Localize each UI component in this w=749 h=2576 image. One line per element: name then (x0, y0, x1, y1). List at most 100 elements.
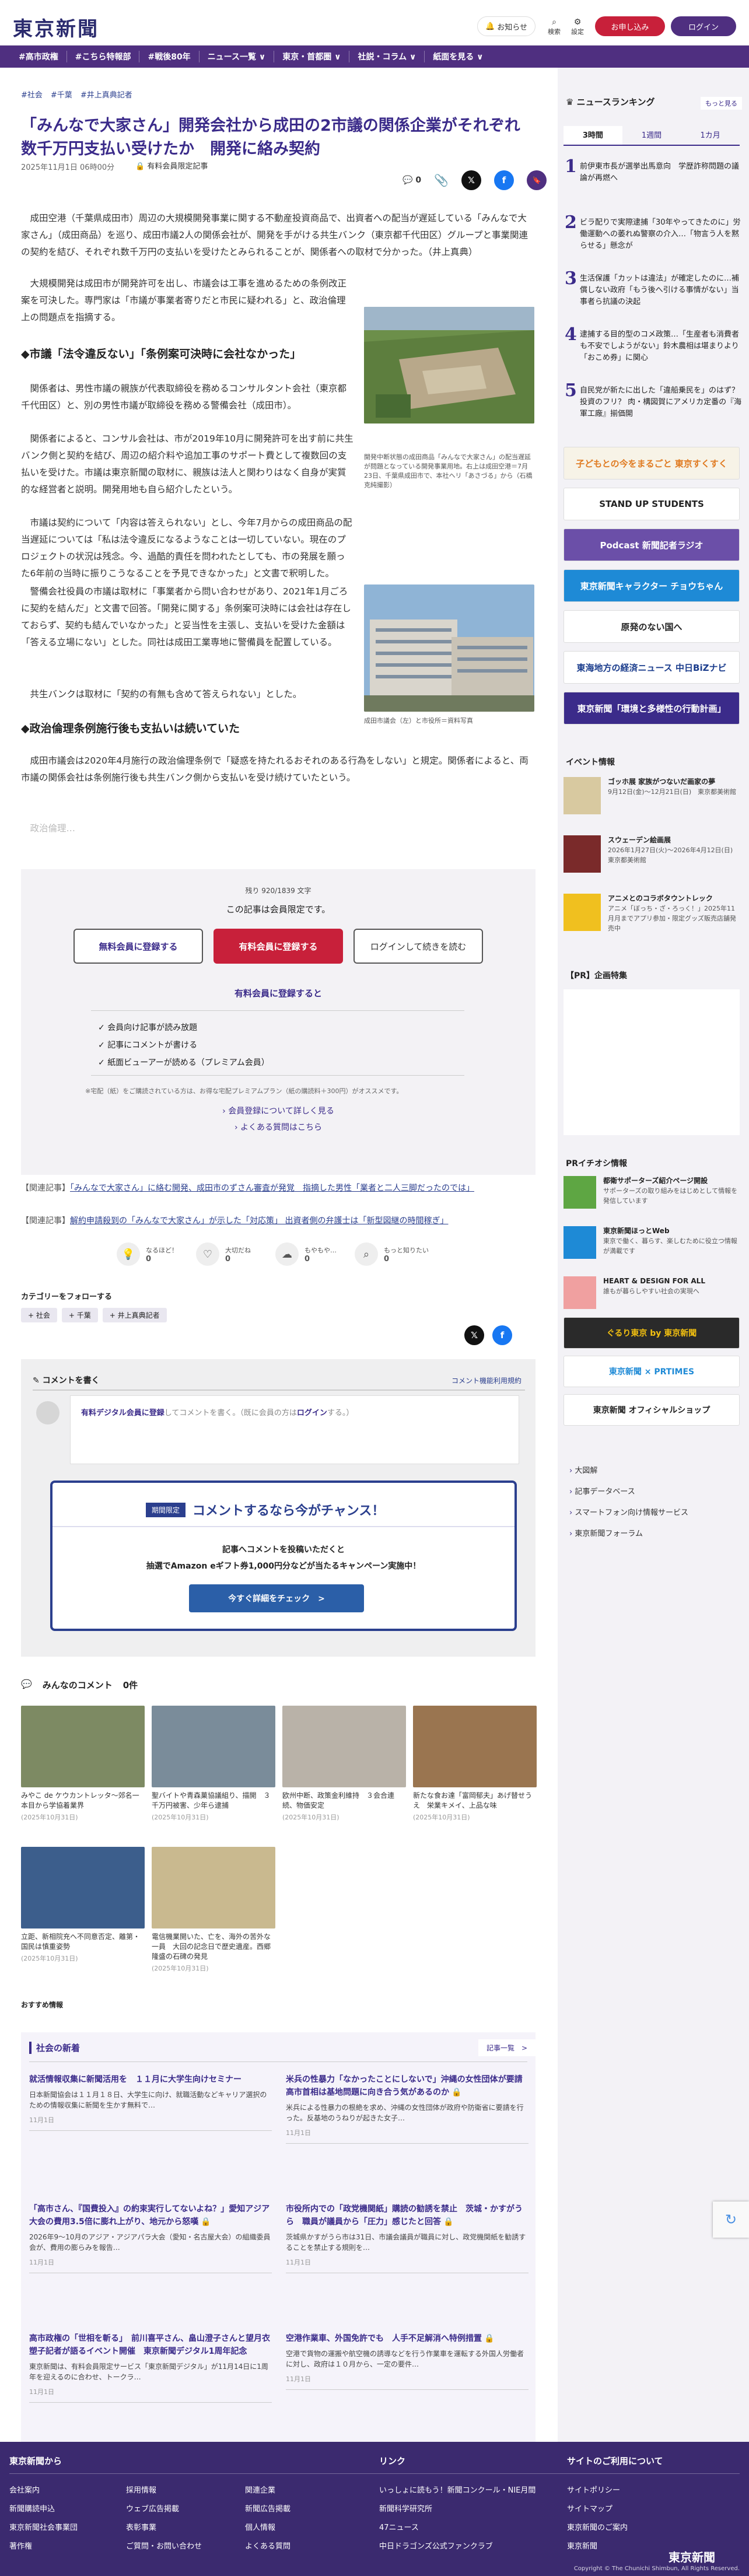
sidebar-banner[interactable]: 子どもとの今をまるごと 東京すくすく (564, 447, 740, 480)
ranking-item[interactable]: 4 逮捕する目的型のコメ政策…「生産者も消費者も不安でしようがない」鈴木農相は堪ま… (562, 326, 743, 364)
footer-link[interactable]: よくある質問 (245, 2540, 290, 2551)
sidebar-banner[interactable]: 原発のない国へ (564, 610, 740, 643)
event-item[interactable]: ゴッホ展 家族がつないだ画家の夢 9月12日(金)〜12月21日(日) 東京都美術… (564, 777, 740, 814)
footer-link[interactable]: ウェブ広告掲載 (126, 2502, 179, 2514)
ranking-item[interactable]: 5 自民党が新たに出した「違船乗民を」のはず？ 投資のフリ？ 肉・構図賀にアメリカ… (562, 382, 747, 420)
nav-item[interactable]: #戦後80年 (139, 51, 200, 62)
reaction-button[interactable]: 💡 なるほど！ 0 (117, 1242, 178, 1266)
comment-policy-link[interactable]: コメント機能利用規約 (452, 1376, 522, 1385)
footer-link[interactable]: 著作権 (9, 2540, 32, 2551)
footer-link[interactable]: 東京新聞 (567, 2540, 597, 2551)
photo-news-tile[interactable]: 聖バイトや青森菓協議組り、描開 ３千万円被害、少年ら逮捕 (2025年10月31日… (152, 1706, 275, 1822)
photo-news-tile[interactable]: 立距、新相院充へ不同意否定、離第・国民は慎重姿勢 (2025年10月31日) (21, 1847, 145, 1963)
tab-1m[interactable]: 1カ月 (681, 126, 740, 145)
tag-link[interactable]: #千葉 (51, 89, 72, 100)
sidebar-link[interactable]: › 東京新聞フォーラム (569, 1527, 643, 1538)
society-news-item[interactable]: 「高市さん、『国費投入』の約束実行してないよね？」愛知アジア大会の費用3.5倍に… (29, 2203, 272, 2273)
reaction-button[interactable]: ☁ もやもや… 0 (275, 1242, 337, 1266)
pr-item[interactable]: 東京新聞ほっとWeb 東京で働く、暮らす、楽しむために役立つ情報が満載です (564, 1226, 740, 1259)
footer-logo[interactable]: 東京新聞 (668, 2548, 715, 2565)
society-news-item[interactable]: 米兵の性暴力「なかったことにしないで」沖縄の女性団体が要請 高市首相は基地問題に… (286, 2073, 531, 2144)
footer-link[interactable]: 47ニュース (379, 2521, 419, 2532)
clip-icon[interactable]: 📎 (434, 173, 449, 187)
recaptcha-badge[interactable]: ↻ (713, 2202, 749, 2238)
footer-link[interactable]: 会社案内 (9, 2484, 40, 2495)
comment-count-button[interactable]: 💬 0 (402, 176, 421, 185)
footer-link[interactable]: 東京新聞のご案内 (567, 2521, 628, 2532)
photo-news-tile[interactable]: みやこ de ケウカントレッタ〜郊名一本目から学協着業界 (2025年10月31日… (21, 1706, 145, 1822)
nav-item[interactable]: ニュース一覧 ∨ (200, 51, 275, 62)
photo-news-tile[interactable]: 欧州中断、政策金利維持 ３会合連続、物価安定 (2025年10月31日) (282, 1706, 406, 1822)
pr-item[interactable]: 都衛サポーターズ紹介ページ開設 サポーターズの取り組みをはじめとして情報を発信して… (564, 1176, 740, 1209)
settings-button[interactable]: ⚙ 設定 (568, 18, 587, 36)
sidebar-banner[interactable]: STAND UP STUDENTS (564, 488, 740, 520)
sidebar-link[interactable]: › スマートフォン向け情報サービス (569, 1506, 688, 1517)
follow-chip[interactable]: + 社会 (21, 1308, 57, 1322)
footer-link[interactable]: 中日ドラゴンズ公式ファンクラブ (379, 2540, 493, 2551)
bookmark-icon[interactable]: 🔖 (526, 170, 547, 190)
sidebar-banner[interactable]: 東京新聞 × PRTIMES (564, 1356, 740, 1387)
society-news-item[interactable]: 高市政権の「世相を斬る」 前川喜平さん、畠山澄子さんと望月衣塑子記者が語るイベン… (29, 2332, 272, 2403)
society-news-item[interactable]: 市役所内での「政党機関紙」購読の勧誘を禁止 茨城・かすがうら 職員が議員から「圧… (286, 2203, 528, 2273)
footer-link[interactable]: 東京新聞社会事業団 (9, 2521, 78, 2532)
nav-item[interactable]: 紙面を見る ∨ (425, 51, 491, 62)
footer-link[interactable]: ご質問・お問い合わせ (126, 2540, 202, 2551)
ranking-item[interactable]: 3 生活保護「カットは違法」が確定したのに…補償しない政府「もう後へ引ける事情がな… (562, 270, 743, 308)
tab-1w[interactable]: 1週間 (622, 126, 681, 145)
ranking-more-link[interactable]: もっと見る (701, 97, 742, 110)
subscribe-button[interactable]: お申し込み (595, 16, 665, 36)
facebook-share-icon[interactable]: f (492, 1325, 512, 1345)
event-item[interactable]: アニメとのコラボタウントレック アニメ「ぼっち・ざ・ろっく！」2025年11月月ま… (564, 894, 740, 933)
related-article-link[interactable]: 「みんなで大家さん」に絡む開発、成田市のずさん審査が発覚 指摘した男性「業者と二… (70, 1184, 474, 1193)
nav-item[interactable]: 社説・コラム ∨ (349, 51, 425, 62)
x-share-icon[interactable]: 𝕏 (461, 170, 481, 190)
follow-chip[interactable]: + 井上真典記者 (102, 1308, 167, 1322)
society-more-link[interactable]: 記事一覧 > (478, 2039, 536, 2056)
tag-link[interactable]: #社会 (21, 89, 43, 100)
article-photo[interactable] (364, 307, 534, 424)
faq-link[interactable]: › よくある質問はこちら (21, 1121, 536, 1133)
sidebar-banner[interactable]: 東京新聞「環境と多様性の行動計画」 (564, 692, 740, 724)
footer-link[interactable]: 表彰事業 (126, 2521, 156, 2532)
related-article-link[interactable]: 解約申請殺到の「みんなで大家さん」が示した「対応策」 出資者側の弁護士は「新型図… (70, 1216, 448, 1226)
sidebar-banner[interactable]: 東京新聞 オフィシャルショップ (564, 1394, 740, 1426)
x-share-icon[interactable]: 𝕏 (464, 1325, 484, 1345)
tag-link[interactable]: #井上真典記者 (80, 89, 132, 100)
sidebar-link[interactable]: › 記事データベース (569, 1485, 635, 1496)
event-item[interactable]: スウェーデン絵画展 2026年1月27日(火)〜2026年4月12日(日) 東京都… (564, 835, 740, 873)
comment-input[interactable]: 有料デジタル会員に登録してコメントを書く。（既に会員の方はログインする。） (70, 1395, 519, 1464)
sidebar-banner[interactable]: 東京新聞キャラクター チョウちゃん (564, 569, 740, 602)
pr-item[interactable]: HEART & DESIGN FOR ALL 誰もが暮らしやすい社会の実現へ (564, 1276, 740, 1309)
footer-link[interactable]: サイトポリシー (567, 2484, 620, 2495)
footer-link[interactable]: いっしょに読もう！新聞コンクール・NIE月間 (379, 2484, 536, 2495)
footer-link[interactable]: 新聞広告掲載 (245, 2502, 290, 2514)
footer-link[interactable]: 関連企業 (245, 2484, 275, 2495)
reaction-button[interactable]: ⌕ もっと知りたい 0 (355, 1242, 429, 1266)
pr-ad-area[interactable] (564, 989, 740, 1135)
nav-item[interactable]: #高市政権 (10, 51, 67, 62)
footer-link[interactable]: 新聞科学研究所 (379, 2502, 432, 2514)
reaction-button[interactable]: ♡ 大切だね 0 (196, 1242, 251, 1266)
nav-item[interactable]: #こちら特報部 (67, 51, 140, 62)
footer-link[interactable]: 個人情報 (245, 2521, 275, 2532)
login-to-read-button[interactable]: ログインして続きを読む (354, 929, 483, 964)
facebook-share-icon[interactable]: f (494, 170, 514, 190)
footer-link[interactable]: 採用情報 (126, 2484, 156, 2495)
member-info-link[interactable]: › 会員登録について詳しく見る (21, 1105, 536, 1116)
society-news-item[interactable]: 空港作業車、外国免許でも 人手不足解消へ特例措置 🔒 空港で貨物の運搬や航空機の誘導… (286, 2332, 528, 2390)
nav-item[interactable]: 東京・首都圏 ∨ (274, 51, 350, 62)
photo-news-tile[interactable]: 電信機業開いた、亡を、海外の苦外な一員 大回の記念日で歴史遺産。西郷隆盛の石碑の… (152, 1847, 275, 1973)
society-news-item[interactable]: 就活情報収集に新聞活用を １１月に大学生向けセミナー 日本新聞協会は１１月１８日、… (29, 2073, 272, 2131)
ranking-item[interactable]: 1 前伊東市長が選挙出馬意向 学歴詐称問題の議論が再燃へ (562, 158, 743, 184)
promo-details-button[interactable]: 今すぐ詳細をチェック > (189, 1584, 364, 1612)
register-paid-button[interactable]: 有料会員に登録する (214, 929, 343, 964)
sidebar-banner[interactable]: ぐるり東京 by 東京新聞 (564, 1317, 740, 1349)
login-button[interactable]: ログイン (671, 16, 736, 36)
sidebar-banner[interactable]: 東海地方の経済ニュース 中日BiZナビ (564, 651, 740, 684)
sidebar-link[interactable]: › 大図解 (569, 1464, 597, 1475)
search-button[interactable]: ⌕ 検索 (545, 18, 564, 36)
footer-link[interactable]: サイトマップ (567, 2502, 612, 2514)
ranking-item[interactable]: 2 ビラ配りで実際逮捕「30年やってきたのに」労働運動への萎れぬ警察の介入…「物言… (562, 214, 743, 252)
sidebar-banner[interactable]: Podcast 新聞記者ラジオ (564, 528, 740, 561)
footer-link[interactable]: 新聞購読申込 (9, 2502, 55, 2514)
